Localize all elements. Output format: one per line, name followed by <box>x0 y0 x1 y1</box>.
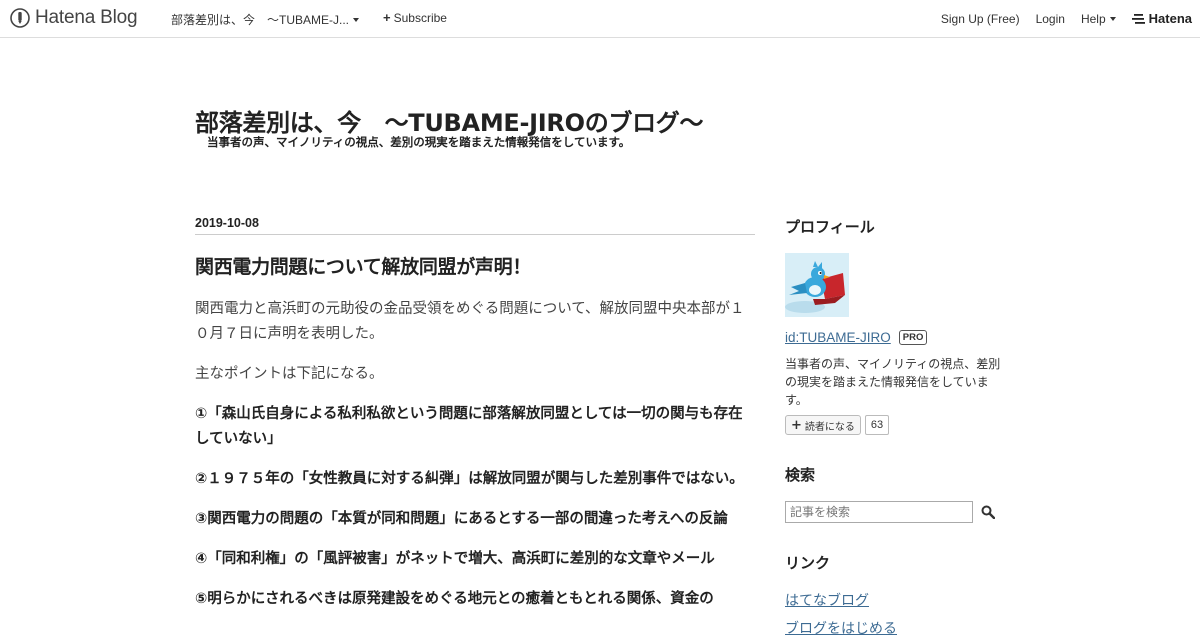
entry-paragraph: 主なポイントは下記になる。 <box>195 366 384 382</box>
chevron-down-icon <box>1109 16 1116 21</box>
link-hatena-blog[interactable]: はてなブログ <box>785 587 897 615</box>
hatena-blog-logo[interactable]: Hatena Blog <box>10 7 138 29</box>
entry-point: ①「森山氏自身による私利私欲という問題に部落解放同盟としては一切の関与も存在して… <box>195 406 743 447</box>
entry-body: 関西電力と高浜町の元助役の金品受領をめぐる問題について、解放同盟中央本部が１０月… <box>195 297 755 612</box>
bird-avatar-icon <box>785 253 849 317</box>
plus-icon: + <box>383 10 391 25</box>
links-title: リンク <box>785 554 831 572</box>
help-label: Help <box>1080 11 1106 26</box>
avatar[interactable] <box>785 253 849 317</box>
plus-icon: + <box>791 417 802 433</box>
global-header: Hatena Blog 部落差別は、今 ～TUBAME-J... + Subsc… <box>0 0 1200 38</box>
chevron-down-icon <box>353 17 360 22</box>
blog-selector-label: 部落差別は、今 ～TUBAME-J... <box>171 13 350 27</box>
subscribe-label: Subscribe <box>393 11 447 25</box>
blog-title[interactable]: 部落差別は、今 ～TUBAME-JIROのブログ～ <box>195 103 704 138</box>
entry-point: ③関西電力の問題の「本質が同和問題」にあるとする一部の間違った考えへの反論 <box>195 511 728 527</box>
help-menu[interactable]: Help <box>1081 12 1116 26</box>
blog-selector[interactable]: 部落差別は、今 ～TUBAME-J... <box>171 11 360 28</box>
profile-description: 当事者の声、マイノリティの視点、差別の現実を踏まえた情報発信をしています。 <box>785 357 1001 407</box>
hatena-blog-pen-icon <box>10 8 30 28</box>
sidebar: プロフィール id:TUBAME-JIRO PRO 当事者の声、マイノリティの視… <box>785 216 1005 637</box>
entry-paragraph: 関西電力と高浜町の元助役の金品受領をめぐる問題について、解放同盟中央本部が１０月… <box>195 301 745 342</box>
user-id-link[interactable]: id:TUBAME-JIRO <box>785 330 891 345</box>
subscribe-reader-button[interactable]: + 読者になる <box>785 415 861 435</box>
blog-description: 当事者の声、マイノリティの視点、差別の現実を踏まえた情報発信をしています。 <box>207 135 631 149</box>
header-right-menu: Sign Up (Free) Login Help Hatena <box>925 11 1192 26</box>
reader-button-label: 読者になる <box>804 421 855 433</box>
logo-text: Hatena Blog <box>35 7 138 28</box>
reader-count[interactable]: 63 <box>864 415 890 435</box>
entry-point: ⑤明らかにされるべきは原発建設をめぐる地元との癒着ともとれる関係、資金の <box>195 591 714 607</box>
hatena-logo-text: Hatena <box>1148 11 1192 26</box>
subscribe-button[interactable]: + Subscribe <box>383 11 447 25</box>
entry-title[interactable]: 関西電力問題について解放同盟が声明！ <box>195 252 755 279</box>
profile-title: プロフィール <box>785 218 875 236</box>
profile-user: id:TUBAME-JIRO PRO <box>785 330 928 345</box>
entry-point: ④「同和利権」の「風評被害」がネットで増大、高浜町に差別的な文章やメール <box>195 551 715 567</box>
link-start-blog[interactable]: ブログをはじめる <box>785 615 897 643</box>
entry-point: ②１９７５年の「女性教員に対する糾弾」は解放同盟が関与した差別事件ではない。 <box>195 471 744 487</box>
entry-date[interactable]: 2019-10-08 <box>195 216 755 235</box>
reader-widget: + 読者になる 63 <box>785 415 890 435</box>
link-list: はてなブログ ブログをはじめる <box>785 587 897 643</box>
search-input[interactable] <box>785 501 973 523</box>
hatena-logo[interactable]: Hatena <box>1131 11 1192 26</box>
search-title: 検索 <box>785 466 816 484</box>
hatena-lines-icon <box>1131 13 1145 24</box>
signup-link[interactable]: Sign Up (Free) <box>941 12 1020 26</box>
pro-badge: PRO <box>898 330 928 345</box>
login-link[interactable]: Login <box>1036 12 1065 26</box>
entry: 2019-10-08 関西電力問題について解放同盟が声明！ 関西電力と高浜町の元… <box>195 216 755 627</box>
search-icon[interactable] <box>981 505 995 519</box>
